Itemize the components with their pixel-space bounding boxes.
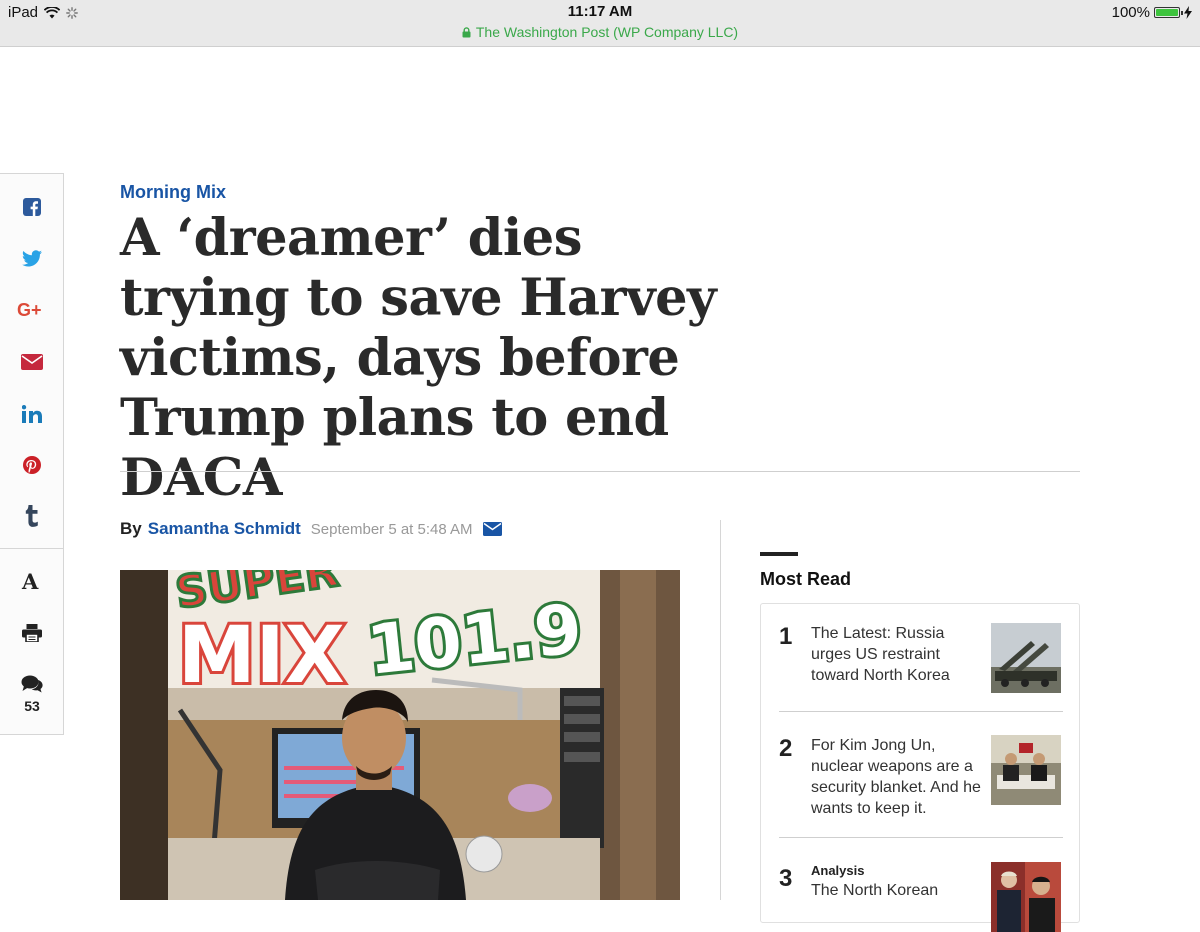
share-email-button[interactable]	[0, 342, 64, 382]
site-identity[interactable]: The Washington Post (WP Company LLC)	[0, 24, 1200, 40]
most-read-title[interactable]: The North Korean	[811, 882, 938, 899]
text-size-icon: A	[21, 570, 39, 592]
print-button[interactable]	[0, 613, 64, 653]
headline-rule	[120, 471, 1080, 472]
author-link[interactable]: Samantha Schmidt	[148, 519, 301, 539]
site-name: The Washington Post (WP Company LLC)	[475, 24, 739, 40]
most-read-title[interactable]: For Kim Jong Un, nuclear weapons are a s…	[811, 735, 983, 819]
most-read-rank: 1	[779, 623, 793, 650]
share-rail-divider	[0, 548, 64, 549]
lock-icon	[462, 27, 471, 38]
svg-text:MIX: MIX	[178, 611, 345, 701]
most-read-title-block[interactable]: Analysis The North Korean	[811, 862, 983, 901]
publish-date: September 5 at 5:48 AM	[310, 520, 473, 538]
text-size-button[interactable]: A	[0, 561, 64, 601]
status-right: 100%	[1112, 4, 1192, 21]
radio-studio-photo: SUPER MIX 101.9	[120, 570, 680, 900]
article-lead-photo[interactable]: SUPER MIX 101.9	[120, 570, 680, 900]
charging-icon	[1184, 6, 1192, 19]
email-author-icon[interactable]	[482, 522, 502, 536]
print-icon	[22, 624, 42, 642]
byline-prefix: By	[120, 519, 142, 538]
most-read-accent-bar	[760, 552, 798, 556]
missile-launcher-thumbnail	[991, 623, 1061, 693]
share-google-plus-button[interactable]: G+	[0, 290, 64, 330]
pinterest-icon	[23, 456, 41, 474]
google-plus-icon: G+	[17, 300, 42, 320]
meeting-thumbnail	[991, 735, 1061, 805]
facebook-icon	[23, 198, 41, 216]
most-read-title[interactable]: The Latest: Russia urges US restraint to…	[811, 623, 983, 686]
article-headline: A ‘dreamer’ dies trying to save Harvey v…	[120, 208, 717, 508]
tumblr-icon	[25, 505, 38, 527]
column-divider	[720, 520, 721, 900]
most-read-thumbnail[interactable]	[991, 735, 1061, 805]
email-icon	[21, 354, 43, 370]
battery-fill	[1156, 9, 1178, 16]
status-time: 11:17 AM	[567, 3, 633, 20]
most-read-thumbnail[interactable]	[991, 862, 1061, 932]
ios-status-bar: iPad 11:17 AM The Washington Post (WP Co…	[0, 0, 1200, 47]
share-pinterest-button[interactable]	[0, 445, 64, 485]
share-rail: G+ A 53	[0, 173, 64, 735]
svg-text:G+: G+	[17, 300, 42, 320]
share-linkedin-button[interactable]	[0, 394, 64, 434]
byline: By Samantha Schmidt September 5 at 5:48 …	[120, 519, 502, 539]
leaders-thumbnail	[991, 862, 1061, 932]
comment-icon	[21, 675, 43, 693]
most-read-separator	[779, 711, 1063, 712]
linkedin-icon	[22, 405, 42, 423]
comment-count[interactable]: 53	[0, 698, 64, 714]
most-read-rank: 3	[779, 865, 793, 892]
share-facebook-button[interactable]	[0, 187, 64, 227]
most-read-separator	[779, 837, 1063, 838]
section-kicker[interactable]: Morning Mix	[120, 182, 226, 203]
share-twitter-button[interactable]	[0, 238, 64, 278]
svg-text:A: A	[21, 570, 39, 592]
most-read-list: 1 The Latest: Russia urges US restraint …	[760, 603, 1080, 932]
most-read-rank: 2	[779, 735, 793, 762]
most-read-heading: Most Read	[760, 569, 852, 589]
battery-icon	[1154, 7, 1183, 18]
most-read-thumbnail[interactable]	[991, 623, 1061, 693]
most-read-label: Analysis	[811, 863, 865, 878]
battery-percent: 100%	[1111, 4, 1150, 21]
share-tumblr-button[interactable]	[0, 496, 64, 536]
twitter-icon	[22, 249, 42, 266]
